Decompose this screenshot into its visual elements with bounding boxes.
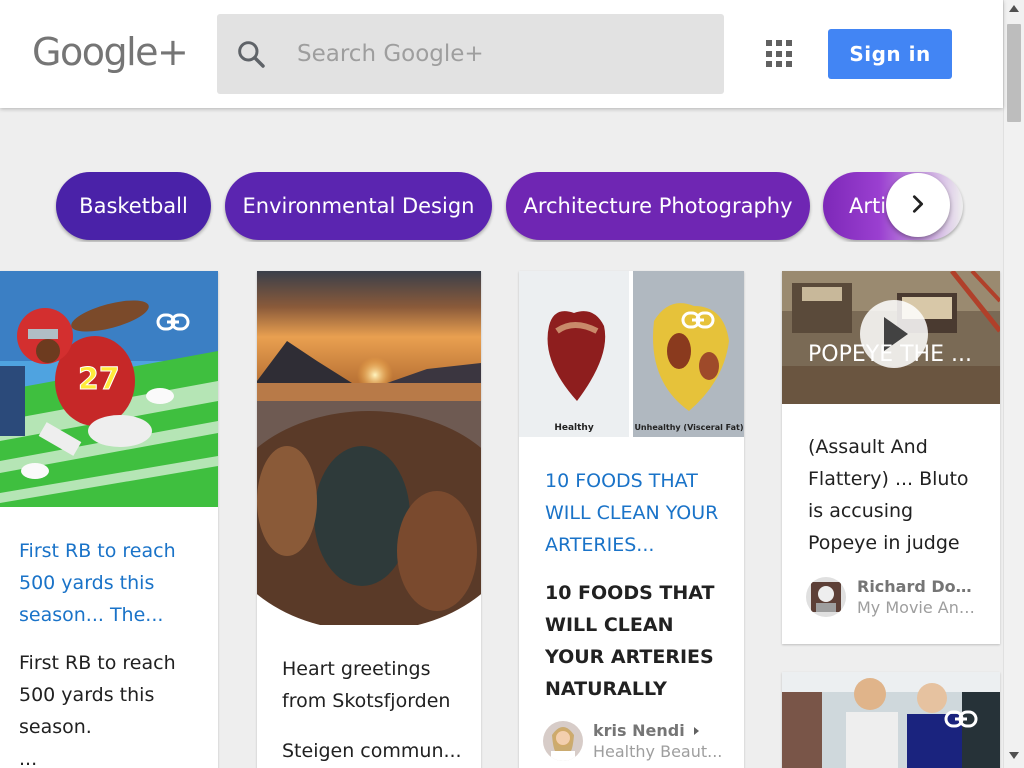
post-body-more: ...	[19, 748, 38, 768]
author-name[interactable]: kris Nendi	[593, 721, 685, 740]
chip-architecture-photography[interactable]: Architecture Photography	[506, 172, 810, 240]
post-link-title[interactable]: 10 FOODS THAT WILL CLEAN YOUR ARTERIES..…	[545, 465, 725, 561]
post-card[interactable]: 27 First RB to reach 500 yards this seas…	[0, 271, 218, 768]
search-icon[interactable]	[235, 38, 267, 70]
post-bold-text: 10 FOODS THAT WILL CLEAN YOUR ARTERIES N…	[545, 582, 715, 700]
link-icon	[944, 710, 978, 728]
post-body-text: Heart greetings from Skotsfjorden	[282, 658, 451, 712]
caret-right-icon[interactable]	[691, 725, 703, 737]
video-title-overlay: POPEYE THE ...	[808, 342, 972, 367]
topic-chips-row: Basketball Environmental Design Architec…	[0, 172, 1003, 242]
page-scrollbar[interactable]	[1003, 0, 1024, 768]
chip-environmental-design[interactable]: Environmental Design	[225, 172, 492, 240]
post-image-football[interactable]: 27	[0, 271, 218, 507]
scrollbar-thumb[interactable]	[1007, 24, 1021, 122]
post-link-title[interactable]: First RB to reach 500 yards this season.…	[19, 535, 199, 631]
apps-grid-icon[interactable]	[766, 40, 794, 68]
sign-in-button[interactable]: Sign in	[828, 29, 952, 79]
post-body-text-2: Steigen commun...	[282, 740, 462, 762]
top-app-bar: Google+ Sign in	[0, 0, 1003, 108]
google-plus-logo[interactable]: Google+	[32, 30, 189, 74]
post-author[interactable]: kris Nendi Healthy Beaut...	[543, 721, 738, 761]
post-card[interactable]	[782, 672, 1000, 768]
image-caption-healthy: Healthy	[554, 423, 594, 433]
svg-text:27: 27	[78, 362, 120, 397]
scroll-up-arrow-icon[interactable]	[1009, 5, 1019, 12]
post-card[interactable]: POPEYE THE ... (Assault And Flattery) ..…	[782, 271, 1000, 644]
avatar[interactable]	[806, 577, 846, 617]
post-image-hearts[interactable]: Healthy Unhealthy (Visceral Fat)	[519, 271, 744, 437]
link-icon	[156, 313, 190, 331]
chips-next-button[interactable]	[886, 173, 950, 237]
link-icon	[681, 311, 715, 329]
post-author[interactable]: Richard Domi... My Movie And...	[806, 577, 996, 617]
scroll-down-arrow-icon[interactable]	[1009, 752, 1019, 759]
post-image-sunset[interactable]	[257, 271, 481, 625]
post-body-text: (Assault And Flattery) ... Bluto is accu…	[808, 436, 969, 554]
author-community[interactable]: My Movie And...	[857, 598, 982, 617]
post-body-text: First RB to reach 500 yards this season.	[19, 652, 176, 738]
post-card[interactable]: Healthy Unhealthy (Visceral Fat) 10 FOOD…	[519, 271, 744, 768]
chevron-right-icon	[912, 194, 924, 213]
chip-basketball[interactable]: Basketball	[56, 172, 211, 240]
image-caption-unhealthy: Unhealthy (Visceral Fat)	[634, 423, 743, 432]
post-card[interactable]: Heart greetings from Skotsfjorden Steige…	[257, 271, 481, 768]
search-box[interactable]	[217, 14, 724, 94]
post-video-thumbnail[interactable]: POPEYE THE ...	[782, 271, 1000, 404]
author-name[interactable]: Richard Domi...	[857, 577, 982, 596]
author-community[interactable]: Healthy Beaut...	[593, 742, 723, 761]
search-input[interactable]	[297, 14, 717, 94]
avatar[interactable]	[543, 721, 583, 761]
